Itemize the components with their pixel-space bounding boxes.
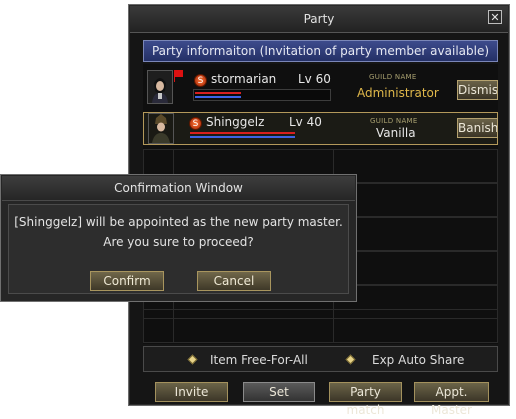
set-button[interactable]: Set	[243, 382, 315, 402]
cancel-button[interactable]: Cancel	[197, 271, 271, 291]
guild-name: Vanilla	[376, 126, 416, 140]
guild-label: GUILD NAME	[370, 117, 418, 125]
member-name: Shinggelz	[206, 115, 265, 129]
class-emblem-icon: S	[189, 117, 202, 130]
confirm-message-line1: [Shinggelz] will be appointed as the new…	[14, 215, 343, 229]
guild-name: Administrator	[357, 86, 439, 100]
empty-slot	[143, 309, 498, 343]
confirmation-window: Confirmation Window [Shinggelz] will be …	[0, 174, 357, 302]
dismiss-button[interactable]: Dismiss	[457, 80, 498, 100]
member-portrait	[148, 113, 174, 144]
invite-button[interactable]: Invite	[155, 382, 228, 402]
hp-bar	[190, 132, 295, 134]
mp-bar	[195, 96, 241, 98]
party-member-row[interactable]: S Shinggelz Lv 40 GUILD NAME Vanilla Ban…	[143, 112, 498, 145]
guild-label: GUILD NAME	[369, 73, 417, 81]
confirm-title: Confirmation Window	[2, 176, 355, 201]
party-match-button[interactable]: Party match	[329, 382, 402, 417]
diamond-icon	[187, 354, 198, 365]
leader-flag-icon	[175, 70, 183, 77]
party-info-banner: Party informaiton (Invitation of party m…	[143, 40, 498, 62]
item-distribution-option[interactable]: Item Free-For-All	[210, 353, 308, 367]
confirm-button[interactable]: Confirm	[90, 271, 164, 291]
member-level: Lv 40	[289, 115, 322, 129]
appoint-master-button[interactable]: Appt. Master	[414, 382, 489, 417]
mp-bar	[190, 136, 295, 138]
confirm-body: [Shinggelz] will be appointed as the new…	[8, 204, 349, 294]
banish-button[interactable]: Banish	[457, 118, 498, 138]
hp-bar	[195, 92, 241, 94]
class-emblem-icon: S	[194, 74, 207, 87]
exp-share-option[interactable]: Exp Auto Share	[372, 353, 464, 367]
member-level: Lv 60	[298, 72, 331, 86]
diamond-icon	[345, 354, 356, 365]
party-member-row[interactable]: S stormarian Lv 60 GUILD NAME Administra…	[143, 64, 498, 110]
party-options: Item Free-For-All Exp Auto Share	[143, 346, 498, 372]
confirm-message-line2: Are you sure to proceed?	[103, 235, 254, 249]
member-name: stormarian	[211, 72, 277, 86]
member-bars	[193, 89, 331, 101]
party-title: Party	[130, 6, 508, 33]
member-portrait	[147, 70, 173, 104]
close-icon[interactable]: ✕	[488, 10, 502, 24]
